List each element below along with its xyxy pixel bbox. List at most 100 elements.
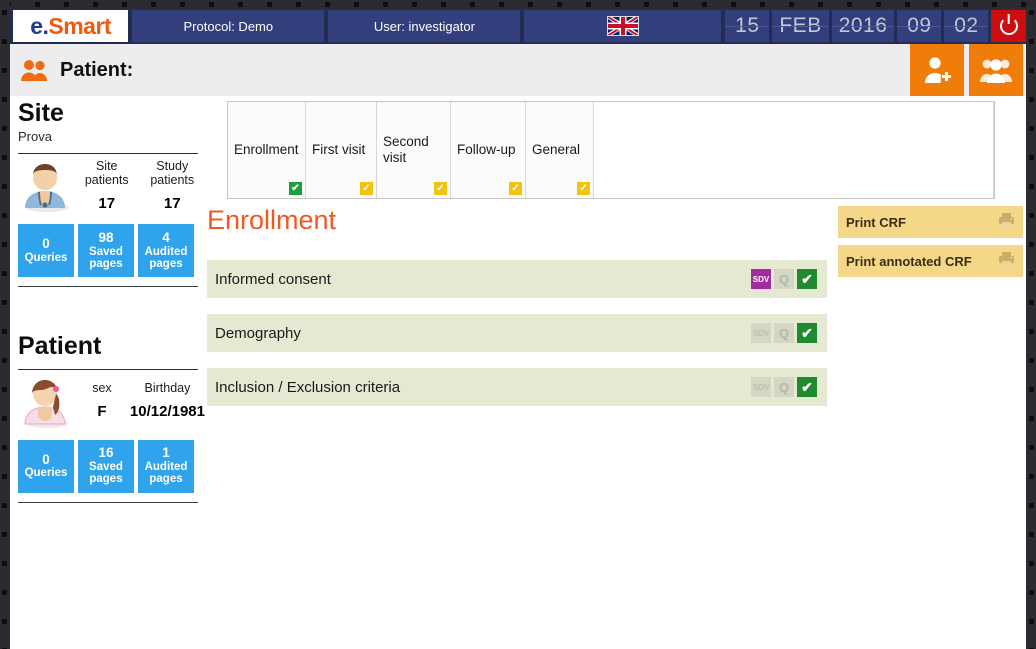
date-day: 15: [725, 10, 770, 42]
sdv-badge[interactable]: SDV: [751, 269, 771, 289]
frame-top: [0, 0, 1036, 9]
crf-row-badges: SDV Q ✔: [751, 323, 817, 343]
stat-label: Audited pages: [144, 245, 188, 271]
time-display: 09 02: [897, 10, 989, 42]
stat-label: Audited pages: [144, 460, 188, 486]
site-metric-columns: Site patients 17 Study patients 17: [74, 159, 205, 212]
people-group-icon: [980, 59, 1012, 83]
print-button-label: Print annotated CRF: [846, 253, 972, 269]
protocol-panel[interactable]: Protocol: Demo: [132, 10, 325, 42]
tab-status-check-icon: ✔: [289, 182, 302, 195]
protocol-label: Protocol: Demo: [183, 18, 274, 34]
patient-stat-0[interactable]: 0 Queries: [18, 439, 74, 493]
site-metrics-row: Site patients 17 Study patients 17: [18, 158, 205, 213]
user-label: User: investigator: [373, 18, 475, 34]
frame-right: [1026, 0, 1036, 649]
query-badge[interactable]: Q: [774, 269, 794, 289]
crf-row-badges: SDV Q ✔: [751, 377, 817, 397]
tab-follow-up[interactable]: Follow-up ✓: [451, 102, 526, 198]
patient-divider: [18, 368, 198, 370]
tab-first-visit[interactable]: First visit ✓: [306, 102, 377, 198]
application-window: e. Smart Protocol: Demo User: investigato…: [0, 0, 1036, 649]
patient-heading: Patient: [18, 332, 102, 361]
patient-bottom-divider: [18, 501, 198, 503]
patient-stat-2[interactable]: 1 Audited pages: [138, 439, 194, 493]
tab-label: Second visit: [383, 134, 429, 165]
tab-label: Enrollment: [234, 142, 299, 158]
tabs-empty-space: [594, 102, 994, 198]
sdv-badge[interactable]: SDV: [751, 377, 771, 397]
uk-flag-icon: [606, 16, 639, 36]
patient-list-button[interactable]: [969, 44, 1023, 96]
field-label: sex: [92, 381, 112, 395]
add-patient-button[interactable]: [910, 44, 964, 96]
tab-status-check-icon: ✓: [360, 182, 373, 195]
frame-left: [0, 0, 10, 649]
stat-number: 0: [42, 451, 50, 467]
site-heading: Site: [18, 99, 64, 127]
doctor-avatar-icon: [18, 158, 72, 213]
metric-label: Study patients: [150, 158, 195, 187]
tab-status-check-icon: ✓: [577, 182, 590, 195]
site-metric-1: Study patients 17: [140, 159, 206, 212]
perforations-top: [6, 2, 1036, 7]
language-panel[interactable]: [524, 10, 722, 42]
printer-icon: [998, 212, 1015, 233]
site-stat-0[interactable]: 0 Queries: [18, 224, 74, 278]
site-stats: 0 Queries 98 Saved pages 4 Audited pages: [18, 224, 205, 278]
metric-value: 17: [163, 194, 181, 212]
top-header-bar: e. Smart Protocol: Demo User: investigato…: [10, 8, 1029, 44]
sdv-badge[interactable]: SDV: [751, 323, 771, 343]
tab-label: Follow-up: [457, 142, 516, 158]
logout-button[interactable]: [991, 10, 1026, 42]
user-panel[interactable]: User: investigator: [328, 10, 521, 42]
site-stat-2[interactable]: 4 Audited pages: [138, 224, 194, 278]
patient-info-row: sex F Birthday 10/12/1981: [18, 374, 205, 428]
app-logo[interactable]: e. Smart: [13, 10, 129, 42]
query-badge[interactable]: Q: [774, 377, 794, 397]
completed-check-icon[interactable]: ✔: [797, 377, 817, 397]
tab-status-check-icon: ✓: [509, 182, 522, 195]
tab-status-check-icon: ✓: [434, 182, 447, 195]
patient-field-columns: sex F Birthday 10/12/1981: [74, 381, 205, 420]
tab-second-visit[interactable]: Second visit ✓: [377, 102, 451, 198]
print-button-1[interactable]: Print annotated CRF: [838, 245, 1023, 277]
stat-label: Queries: [24, 251, 68, 264]
crf-row[interactable]: Demography SDV Q ✔: [207, 314, 827, 352]
crf-row-label: Demography: [215, 324, 301, 342]
site-metric-0: Site patients 17: [74, 159, 140, 212]
metric-label: Site patients: [84, 158, 129, 187]
print-panel: Print CRF Print annotated CRF: [838, 206, 1023, 284]
print-button-label: Print CRF: [846, 214, 906, 230]
patient-section: Patient sex F Birthday 10/12/1981 0 Quer…: [18, 332, 205, 503]
patient-field-sex: sex F: [74, 381, 130, 420]
patients-icon: [20, 58, 50, 82]
crf-row[interactable]: Informed consent SDV Q ✔: [207, 260, 827, 298]
crf-row-label: Informed consent: [215, 270, 331, 288]
crf-row[interactable]: Inclusion / Exclusion criteria SDV Q ✔: [207, 368, 827, 406]
stat-number: 4: [162, 230, 170, 246]
left-sidebar: Site Prova Site patients 17 Study patients 17: [10, 100, 205, 640]
query-badge[interactable]: Q: [774, 323, 794, 343]
tab-label: First visit: [312, 142, 366, 158]
stat-label: Queries: [24, 467, 68, 480]
field-value: 10/12/1981: [129, 403, 205, 420]
field-value: F: [97, 403, 107, 420]
site-stat-1[interactable]: 98 Saved pages: [78, 224, 134, 278]
tab-label: General: [532, 142, 581, 158]
tab-general[interactable]: General ✓: [526, 102, 594, 198]
crf-row-label: Inclusion / Exclusion criteria: [215, 378, 401, 396]
print-button-0[interactable]: Print CRF: [838, 206, 1023, 238]
perforations-left: [2, 10, 7, 649]
metric-value: 17: [98, 194, 116, 212]
patient-actions: [910, 44, 1023, 96]
patient-stat-1[interactable]: 16 Saved pages: [78, 439, 134, 493]
completed-check-icon[interactable]: ✔: [797, 269, 817, 289]
printer-icon: [998, 251, 1015, 272]
tab-enrollment[interactable]: Enrollment ✔: [228, 102, 306, 198]
add-person-icon: [925, 57, 951, 83]
completed-check-icon[interactable]: ✔: [797, 323, 817, 343]
time-hour: 09: [897, 10, 942, 42]
main-content: Enrollment Informed consent SDV Q ✔ Demograp…: [207, 205, 827, 422]
perforations-right: [1029, 10, 1034, 649]
